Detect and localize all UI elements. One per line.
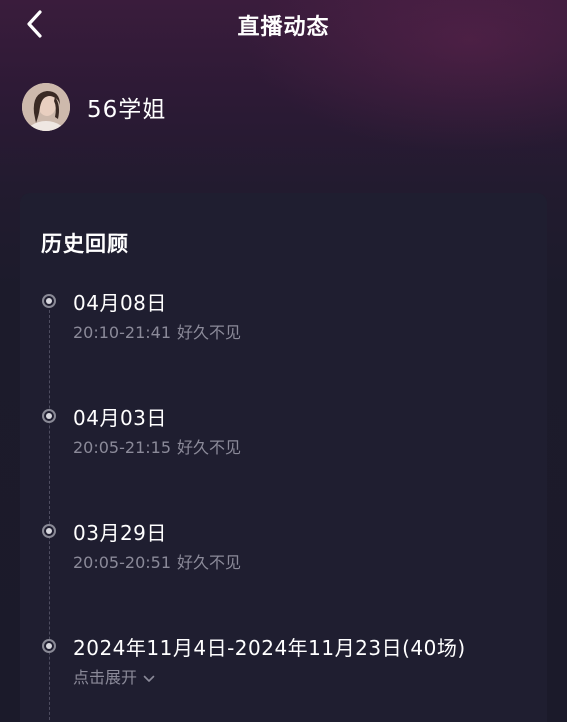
host-name[interactable]: 56学姐 <box>87 90 166 124</box>
chevron-down-icon <box>143 675 155 682</box>
session-details: 20:05-20:51 好久不见 <box>73 549 241 573</box>
timeline-dot-icon <box>42 409 56 423</box>
expand-button[interactable]: 点击展开 <box>73 664 155 688</box>
session-date: 04月08日 <box>73 291 167 315</box>
session-topic: 好久不见 <box>177 323 242 342</box>
avatar[interactable] <box>22 83 70 131</box>
host-profile[interactable]: 56学姐 <box>22 82 166 132</box>
session-date: 03月29日 <box>73 521 167 545</box>
live-history-screen: 直播动态 56学姐 历史回顾 04月08日 20:10-21:41 好久不见 04… <box>0 0 567 722</box>
avatar-photo <box>22 83 70 131</box>
expand-label: 点击展开 <box>73 668 138 687</box>
timeline-dot-icon <box>42 639 56 653</box>
session-date: 04月03日 <box>73 406 167 430</box>
session-time: 20:10-21:41 <box>73 323 171 342</box>
timeline-dot-icon <box>42 294 56 308</box>
timeline-line <box>49 310 50 722</box>
session-time: 20:05-21:15 <box>73 438 171 457</box>
section-title: 历史回顾 <box>41 232 129 256</box>
session-details: 20:10-21:41 好久不见 <box>73 319 241 343</box>
session-topic: 好久不见 <box>177 438 242 457</box>
timeline-dot-icon <box>42 524 56 538</box>
top-bar: 直播动态 <box>0 0 567 50</box>
session-topic: 好久不见 <box>177 553 242 572</box>
page-title: 直播动态 <box>237 15 330 40</box>
session-time: 20:05-20:51 <box>73 553 171 572</box>
session-details: 20:05-21:15 好久不见 <box>73 434 241 458</box>
range-label: 2024年11月4日-2024年11月23日(40场) <box>73 636 466 660</box>
